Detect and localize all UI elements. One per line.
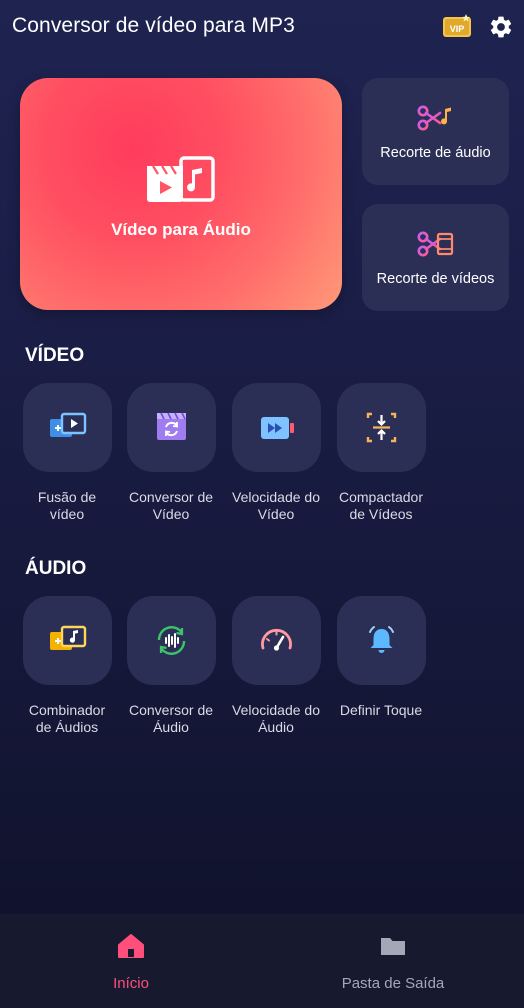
video-compress-button[interactable] [337, 383, 426, 472]
video-cut-icon [417, 231, 454, 257]
video-speed-label: Velocidade do Vídeo [232, 489, 320, 522]
video-merge-label: Fusão de vídeo [37, 489, 97, 522]
audio-cut-label: Recorte de áudio [380, 145, 491, 161]
ringtone-bell-icon [369, 626, 394, 653]
vip-text: VIP [450, 24, 465, 34]
nav-item-home[interactable]: Início [0, 914, 262, 1008]
gear-icon[interactable] [488, 14, 514, 40]
video-speed-button[interactable] [232, 383, 321, 472]
video-convert-button[interactable] [127, 383, 216, 472]
app-title: Conversor de vídeo para MP3 [12, 14, 295, 37]
audio-section-title: ÁUDIO [25, 558, 87, 579]
audio-merge-label: Combinador de Áudios [28, 702, 106, 735]
video-cut-card[interactable]: Recorte de vídeos [362, 204, 509, 311]
audio-convert-icon [157, 626, 186, 655]
nav-item-output-folder[interactable]: Pasta de Saída [262, 914, 524, 1008]
video-to-audio-card[interactable]: Vídeo para Áudio [20, 78, 342, 310]
video-merge-button[interactable] [23, 383, 112, 472]
audio-convert-label: Conversor de Áudio [128, 702, 214, 735]
audio-merge-button[interactable] [23, 596, 112, 685]
video-cut-label: Recorte de vídeos [376, 271, 495, 287]
audio-convert-button[interactable] [127, 596, 216, 685]
video-section-title: VÍDEO [25, 345, 85, 366]
video-compress-icon [366, 412, 397, 443]
audio-speed-button[interactable] [232, 596, 321, 685]
home-icon [118, 934, 144, 958]
audio-merge-icon [50, 625, 87, 650]
audio-cut-icon [417, 105, 451, 131]
nav-label-home: Início [113, 975, 149, 992]
audio-speed-label: Velocidade do Áudio [232, 702, 320, 735]
audio-cut-card[interactable]: Recorte de áudio [362, 78, 509, 185]
video-convert-icon [157, 412, 186, 440]
app-header: Conversor de vídeo para MP3 VIP [0, 0, 524, 56]
audio-speed-icon [261, 628, 292, 651]
ringtone-label: Definir Toque [339, 702, 423, 718]
video-speed-icon [261, 417, 294, 439]
ringtone-button[interactable] [337, 596, 426, 685]
video-compress-label: Compactador de Vídeos [338, 489, 424, 522]
video-merge-icon [50, 412, 87, 437]
folder-icon [381, 938, 405, 955]
bottom-nav: Início Pasta de Saída [0, 914, 524, 1008]
vip-crown-icon[interactable]: VIP [442, 12, 474, 40]
video-to-audio-icon [147, 156, 215, 202]
nav-label-output-folder: Pasta de Saída [341, 975, 445, 992]
video-convert-label: Conversor de Vídeo [128, 489, 214, 522]
hero-label: Vídeo para Áudio [111, 220, 251, 239]
